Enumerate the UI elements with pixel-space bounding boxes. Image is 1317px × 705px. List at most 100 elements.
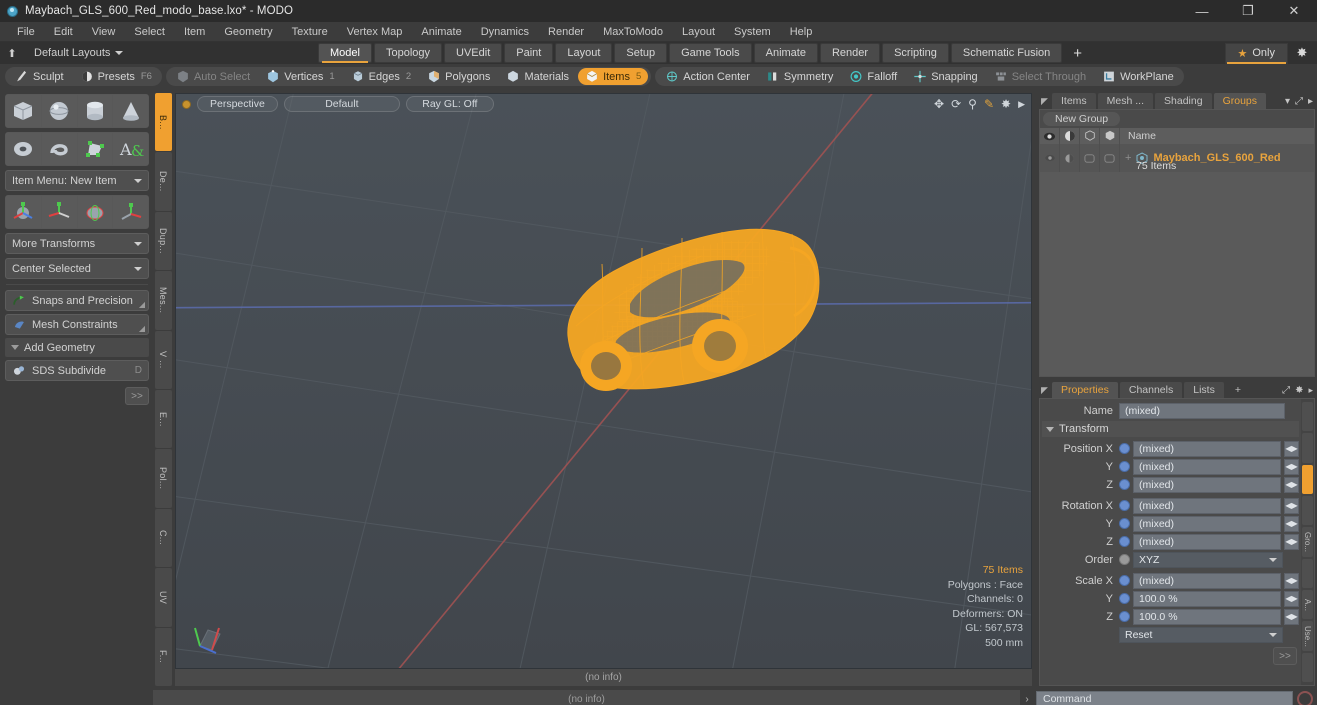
symmetry-button[interactable]: Symmetry <box>759 68 841 85</box>
sds-subdivide-button[interactable]: SDS Subdivide D <box>5 360 149 381</box>
menu-vertex-map[interactable]: Vertex Map <box>338 24 412 40</box>
command-input[interactable]: Command <box>1036 690 1293 705</box>
text-tool[interactable]: A & <box>113 133 148 165</box>
tab-groups[interactable]: Groups <box>1213 93 1267 109</box>
menu-view[interactable]: View <box>83 24 125 40</box>
center-selected-dropdown[interactable]: Center Selected <box>5 258 149 279</box>
expand-plus-icon[interactable]: + <box>1125 152 1131 164</box>
add-properties-tab[interactable]: + <box>1226 382 1250 398</box>
vtab-curve[interactable]: C... <box>154 508 172 568</box>
row-lock-toggle[interactable] <box>1080 144 1100 172</box>
tab-items[interactable]: Items <box>1052 93 1096 109</box>
row-visibility-toggle[interactable] <box>1040 144 1060 172</box>
scale-y-input[interactable]: 100.0 % <box>1133 590 1281 607</box>
auto-select-button[interactable]: Auto Select <box>169 68 257 85</box>
name-input[interactable]: (mixed) <box>1119 402 1285 419</box>
new-group-button[interactable]: New Group <box>1043 111 1121 126</box>
layout-tab-setup[interactable]: Setup <box>614 43 668 63</box>
scale-z-input[interactable]: 100.0 % <box>1133 608 1281 625</box>
vtab-polygon[interactable]: Pol... <box>154 449 172 508</box>
viewport-indicator-dot[interactable] <box>182 99 191 109</box>
rotation-x-input[interactable]: (mixed) <box>1133 497 1281 514</box>
lock-icon[interactable] <box>1080 128 1100 144</box>
scale-tool[interactable] <box>77 196 113 228</box>
menu-dynamics[interactable]: Dynamics <box>472 24 538 40</box>
reset-dropdown[interactable]: Reset <box>1119 627 1283 643</box>
vtab-uv[interactable]: UV <box>154 568 172 627</box>
shading-mode-dropdown[interactable]: Default <box>283 96 400 112</box>
group-row[interactable]: + Maybach_GLS_600_Red 75 Items <box>1040 144 1314 172</box>
rotation-y-input[interactable]: (mixed) <box>1133 515 1281 532</box>
rotation-z-input[interactable]: (mixed) <box>1133 533 1281 550</box>
menu-geometry[interactable]: Geometry <box>215 24 281 40</box>
hand-icon[interactable]: ✎ <box>984 97 994 111</box>
menu-select[interactable]: Select <box>125 24 174 40</box>
properties-forward-button[interactable]: >> <box>1273 647 1297 665</box>
rotation-x-spinner[interactable]: ◀▶ <box>1284 497 1299 514</box>
position-z-spinner[interactable]: ◀▶ <box>1284 476 1299 493</box>
pan-icon[interactable]: ✥ <box>934 97 944 111</box>
side-tab-1[interactable] <box>1302 433 1313 463</box>
workplane-button[interactable]: WorkPlane <box>1095 68 1181 85</box>
polygons-button[interactable]: Polygons <box>420 68 497 85</box>
vtab-duplicate[interactable]: Dup... <box>154 211 172 271</box>
chevron-right-icon[interactable]: ▶ <box>1018 99 1025 110</box>
cylinder-tool[interactable] <box>77 95 113 127</box>
vtab-deform[interactable]: De... <box>154 152 172 211</box>
menu-layout[interactable]: Layout <box>673 24 724 40</box>
menu-texture[interactable]: Texture <box>283 24 337 40</box>
record-icon[interactable] <box>1297 691 1313 705</box>
sculpt-button[interactable]: Sculpt <box>8 68 71 85</box>
collapse-icon[interactable]: ⬆ <box>4 46 20 60</box>
minimize-button[interactable]: — <box>1179 0 1225 22</box>
visibility-eye-icon[interactable] <box>1040 128 1060 144</box>
materials-button[interactable]: Materials <box>499 68 576 85</box>
vtab-mesh[interactable]: Mes... <box>154 271 172 330</box>
scale-x-spinner[interactable]: ◀▶ <box>1284 572 1299 589</box>
rotation-y-channel-dot[interactable] <box>1119 518 1130 529</box>
gear-icon[interactable]: ✸ <box>1295 385 1303 396</box>
menu-help[interactable]: Help <box>781 24 822 40</box>
scale-x-input[interactable]: (mixed) <box>1133 572 1281 589</box>
chevron-right-icon[interactable]: ▸ <box>1308 96 1313 107</box>
add-geometry-section[interactable]: Add Geometry <box>5 338 149 357</box>
side-tab-user[interactable]: Use... <box>1302 621 1313 651</box>
side-tab-8[interactable] <box>1302 652 1313 682</box>
transform-tool[interactable] <box>113 196 148 228</box>
view-mode-dropdown[interactable]: Perspective <box>197 96 278 112</box>
layout-tab-model[interactable]: Model <box>318 43 372 63</box>
sphere-tool[interactable] <box>41 95 77 127</box>
menu-item[interactable]: Item <box>175 24 214 40</box>
zoom-icon[interactable]: ⚲ <box>968 97 977 111</box>
order-channel-dot[interactable] <box>1119 554 1130 565</box>
scale-z-spinner[interactable]: ◀▶ <box>1284 608 1299 625</box>
maximize-button[interactable]: ❐ <box>1225 0 1271 22</box>
cone-tool[interactable] <box>113 95 148 127</box>
items-button[interactable]: Items 5 <box>578 68 649 85</box>
side-tab-3[interactable] <box>1302 495 1313 526</box>
position-x-input[interactable]: (mixed) <box>1133 440 1281 457</box>
side-tab-5[interactable] <box>1302 558 1313 588</box>
action-center-button[interactable]: Action Center <box>658 68 757 85</box>
add-layout-tab-button[interactable]: + <box>1064 45 1091 62</box>
3d-viewport[interactable]: Perspective Default Ray GL: Off ✥ ⟳ ⚲ ✎ … <box>175 93 1032 669</box>
side-tab-2[interactable] <box>1302 464 1313 494</box>
rotate-icon[interactable]: ⟳ <box>951 97 961 111</box>
chevron-right-icon[interactable]: ▸ <box>1308 385 1313 396</box>
vtab-basic[interactable]: B... <box>154 93 172 152</box>
falloff-button[interactable]: Falloff <box>842 68 904 85</box>
layout-tab-game-tools[interactable]: Game Tools <box>669 43 752 63</box>
position-y-input[interactable]: (mixed) <box>1133 458 1281 475</box>
side-tab-groups[interactable]: Gro... <box>1302 527 1313 557</box>
layout-tab-topology[interactable]: Topology <box>373 43 443 63</box>
scale-y-spinner[interactable]: ◀▶ <box>1284 590 1299 607</box>
menu-maxtomodo[interactable]: MaxToModo <box>594 24 672 40</box>
bezier-tool[interactable] <box>77 133 113 165</box>
row-select-toggle[interactable] <box>1100 144 1120 172</box>
scale-z-channel-dot[interactable] <box>1119 611 1130 622</box>
side-tab-0[interactable] <box>1302 402 1313 432</box>
vtab-edge[interactable]: E... <box>154 390 172 449</box>
select-icon[interactable] <box>1100 128 1120 144</box>
layout-tab-render[interactable]: Render <box>819 43 881 63</box>
axis-gizmo[interactable] <box>188 616 230 658</box>
